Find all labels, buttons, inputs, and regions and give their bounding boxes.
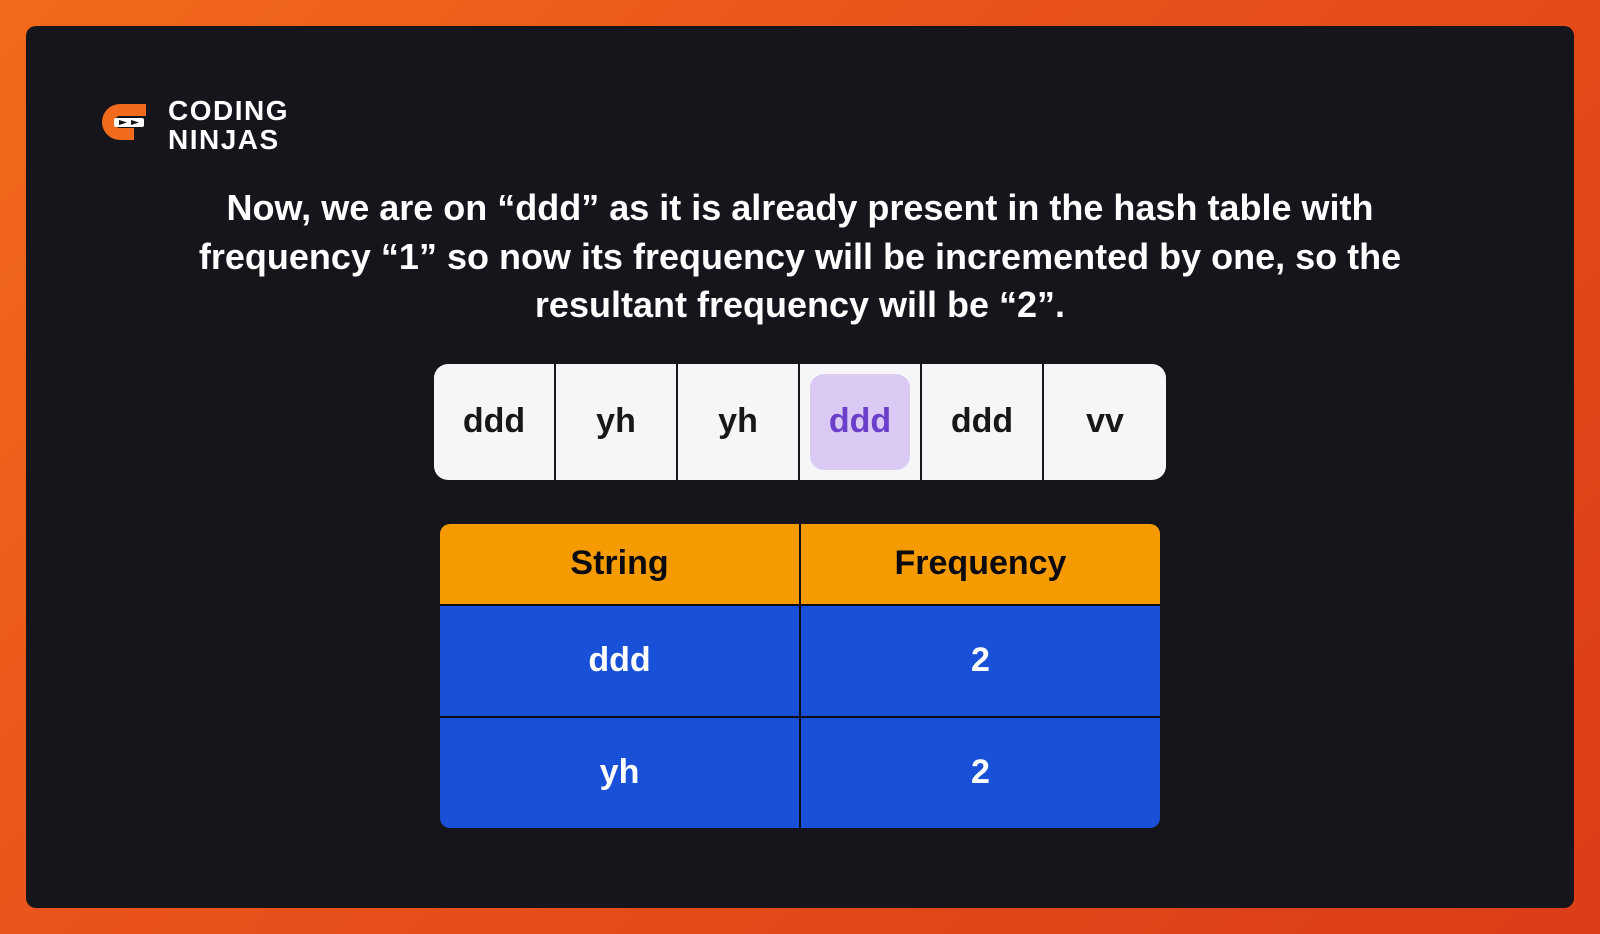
brand-line-2: NINJAS [168, 125, 289, 154]
hash-table-cell-string: yh [440, 716, 801, 828]
slide-frame: CODING NINJAS Now, we are on “ddd” as it… [0, 0, 1600, 934]
array-cell-value: yh [596, 402, 636, 441]
slide-description: Now, we are on “ddd” as it is already pr… [180, 184, 1420, 330]
brand-text: CODING NINJAS [168, 96, 289, 155]
slide: CODING NINJAS Now, we are on “ddd” as it… [26, 26, 1574, 908]
hash-table: String Frequency ddd2yh2 [440, 524, 1160, 828]
array-cell-value: vv [1086, 402, 1124, 441]
array-cell: yh [556, 364, 678, 480]
array-cell: ddd [800, 364, 922, 480]
hash-table-body: ddd2yh2 [440, 604, 1160, 828]
brand-logo: CODING NINJAS [100, 96, 289, 155]
array-cell: vv [1044, 364, 1166, 480]
input-array: ddd yh yh ddd ddd vv [434, 364, 1166, 480]
hash-table-cell-frequency: 2 [801, 604, 1160, 716]
array-cell: ddd [434, 364, 556, 480]
array-cell-value: yh [718, 402, 758, 441]
ninja-icon [100, 98, 154, 152]
hash-table-cell-string: ddd [440, 604, 801, 716]
array-cell-value: ddd [463, 402, 525, 441]
array-cell-value: ddd [951, 402, 1013, 441]
hash-table-row: yh2 [440, 716, 1160, 828]
hash-table-header-string: String [440, 524, 801, 604]
array-cell: ddd [922, 364, 1044, 480]
brand-line-1: CODING [168, 96, 289, 125]
array-cell-value: ddd [829, 402, 891, 441]
array-cell: yh [678, 364, 800, 480]
hash-table-header-frequency: Frequency [801, 524, 1160, 604]
hash-table-cell-frequency: 2 [801, 716, 1160, 828]
hash-table-header-row: String Frequency [440, 524, 1160, 604]
hash-table-row: ddd2 [440, 604, 1160, 716]
